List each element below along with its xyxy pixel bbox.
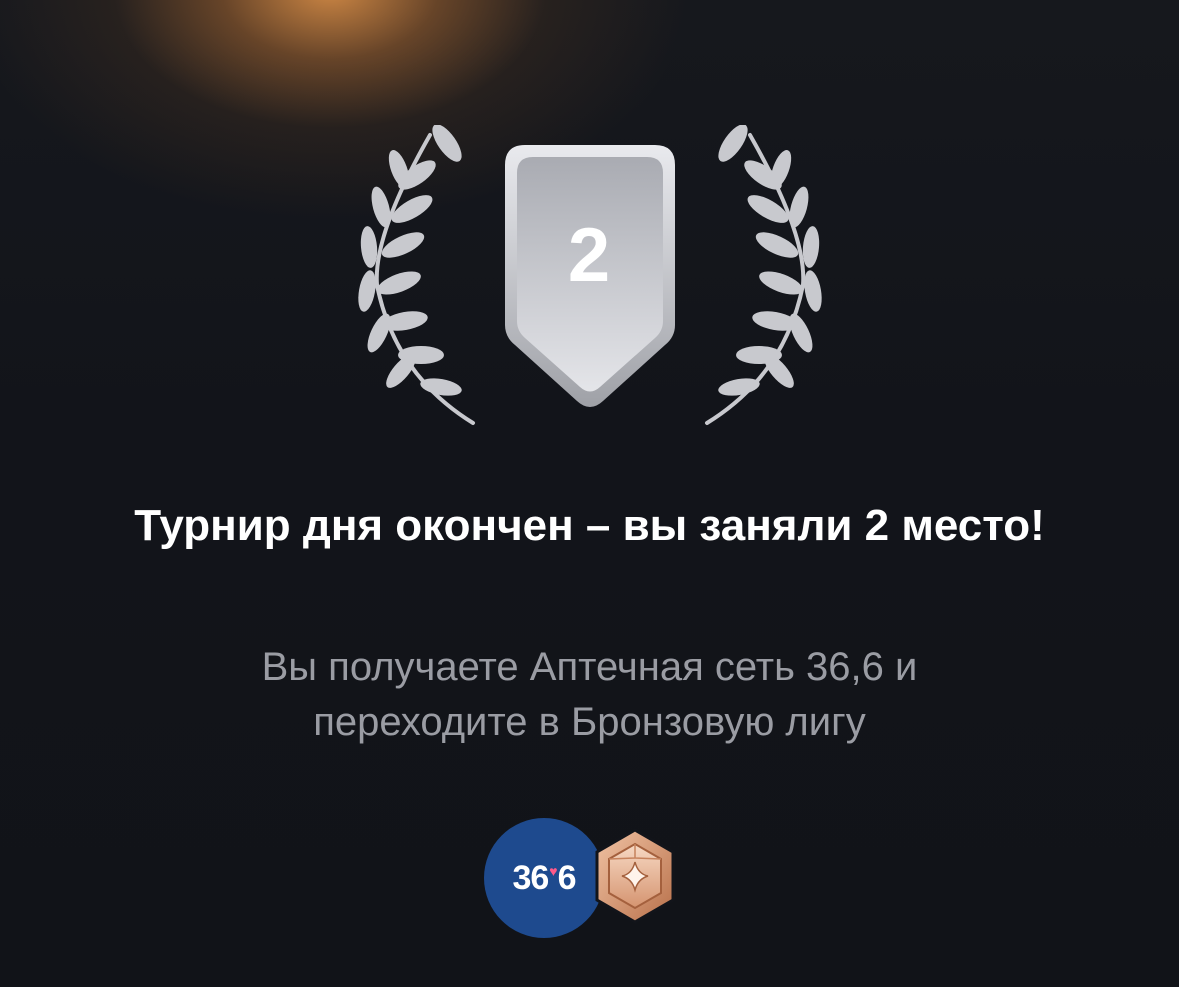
rewards-row: 36 ♥ 6	[484, 818, 684, 940]
result-subtitle: Вы получаете Аптечная сеть 36,6 и перехо…	[261, 645, 918, 744]
logo-text-left: 36	[512, 858, 549, 897]
result-title: Турнир дня окончен – вы заняли 2 место!	[134, 501, 1045, 550]
heart-icon: ♥	[549, 863, 557, 879]
logo-text-right: 6	[557, 858, 577, 897]
tournament-result-screen: 2 Турнир дня окончен – вы заняли 2 место…	[0, 0, 1179, 987]
pharmacy-366-logo: 36 ♥ 6	[484, 818, 604, 938]
bronze-league-icon	[592, 828, 678, 924]
place-number: 2	[567, 213, 611, 298]
